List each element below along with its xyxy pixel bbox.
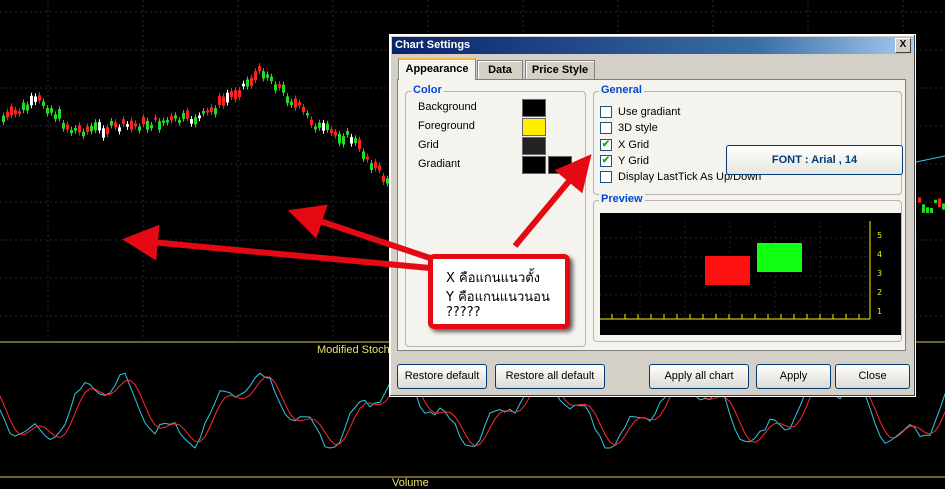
display-lasttick-checkbox[interactable] [600,171,612,183]
x-grid-label: X Grid [618,139,650,151]
annotation-callout: X คือแกนแนวตั้ง Y คือแกนแนวนอน ????? [428,254,570,329]
y-grid-label: Y Grid [618,155,649,167]
preview-up-candle [757,243,802,272]
use-gradiant-label: Use gradiant [618,106,681,118]
preview-group: Preview 5 4 3 2 1 [593,193,902,342]
general-group-title: General [599,84,644,96]
callout-line-3: ????? [446,305,481,320]
gradiant-end-swatch[interactable] [548,156,572,174]
callout-line-1: X คือแกนแนวตั้ง [446,271,541,286]
indicator-label: Modified Stoch [317,344,390,356]
dialog-titlebar[interactable]: Chart Settings X [392,37,913,54]
use-gradiant-checkbox[interactable] [600,106,612,118]
apply-button[interactable]: Apply [756,364,831,389]
preview-canvas: 5 4 3 2 1 [600,213,901,335]
preview-y-tick-5: 5 [877,231,882,240]
apply-all-chart-button[interactable]: Apply all chart [649,364,749,389]
preview-down-candle [705,256,750,285]
preview-y-tick-3: 3 [877,269,882,278]
x-grid-checkbox[interactable]: ✔ [600,139,612,151]
tab-price-style[interactable]: Price Style [525,60,595,79]
preview-y-tick-1: 1 [877,307,882,316]
general-group: General Use gradiant 3D style ✔ X Grid ✔… [593,84,902,195]
preview-group-title: Preview [599,193,645,205]
close-button[interactable]: Close [835,364,910,389]
background-color-label: Background [418,101,477,113]
restore-all-default-button[interactable]: Restore all default [495,364,605,389]
tab-appearance[interactable]: Appearance [398,58,476,80]
foreground-color-swatch[interactable] [522,118,546,136]
gradiant-start-swatch[interactable] [522,156,546,174]
grid-color-swatch[interactable] [522,137,546,155]
dialog-title: Chart Settings [395,39,471,51]
tab-data[interactable]: Data [477,60,523,79]
gradiant-color-label: Gradiant [418,158,461,170]
foreground-color-label: Foreground [418,120,475,132]
y-grid-checkbox[interactable]: ✔ [600,155,612,167]
callout-line-2: Y คือแกนแนวนอน [446,290,550,305]
chart-settings-dialog: Chart Settings X Appearance Data Price S… [389,34,916,397]
preview-y-tick-4: 4 [877,250,882,259]
volume-label: Volume [392,477,429,489]
3d-style-checkbox[interactable] [600,122,612,134]
preview-y-tick-2: 2 [877,288,882,297]
color-group-title: Color [411,84,444,96]
3d-style-label: 3D style [618,122,658,134]
preview-chart: 5 4 3 2 1 [600,221,882,320]
restore-default-button[interactable]: Restore default [397,364,487,389]
grid-color-label: Grid [418,139,439,151]
background-color-swatch[interactable] [522,99,546,117]
close-icon[interactable]: X [895,38,911,53]
font-button[interactable]: FONT : Arial , 14 [726,145,903,175]
